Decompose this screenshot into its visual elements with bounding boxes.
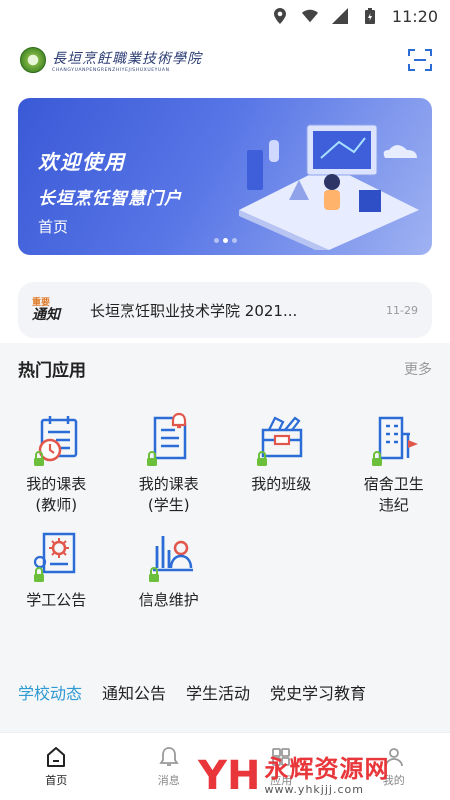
app-my-class[interactable]: 我的班级	[225, 412, 338, 516]
home-icon	[47, 746, 66, 767]
calendar-clock-icon	[30, 412, 82, 468]
banner-illustration	[239, 124, 419, 250]
hot-apps-grid: 我的课表 (教师) 我的课表 (学生) 我的班级 宿舍卫生 违纪 学工公告 信息…	[0, 412, 450, 611]
status-bar: 11:20	[0, 0, 450, 32]
school-seal-icon	[20, 47, 46, 73]
school-logo: 長垣烹飪職業技術學院 CHANGYUANPENGRENZHIYEJISHUXUE…	[20, 47, 202, 73]
nav-home[interactable]: 首页	[0, 733, 113, 800]
nav-label: 消息	[157, 773, 180, 787]
welcome-banner[interactable]: 欢迎使用 长垣烹饪智慧门户 首页	[18, 98, 432, 255]
document-bell-icon	[143, 412, 195, 468]
important-notice-badge: 重要 通知	[32, 292, 72, 328]
app-label: 信息维护	[138, 591, 199, 609]
nav-messages[interactable]: 消息	[113, 733, 226, 800]
app-label: 我的课表 (教师)	[26, 475, 87, 514]
tab-announcements[interactable]: 通知公告	[102, 680, 166, 704]
tab-party-history[interactable]: 党史学习教育	[270, 680, 366, 704]
banner-dot[interactable]	[214, 238, 219, 243]
banner-dot[interactable]	[232, 238, 237, 243]
nav-label: 我的	[382, 773, 405, 787]
scan-button[interactable]	[406, 46, 434, 74]
badge-main-text: 通知	[32, 306, 60, 323]
signal-icon	[331, 8, 348, 24]
notice-bar[interactable]: 重要 通知 长垣烹饪职业技术学院 2021... 11-29	[18, 282, 432, 338]
apps-icon	[272, 747, 291, 766]
app-student-schedule[interactable]: 我的课表 (学生)	[113, 412, 226, 516]
app-label: 学工公告	[26, 591, 87, 609]
status-time: 11:20	[391, 6, 438, 26]
nav-profile[interactable]: 我的	[338, 733, 450, 800]
app-teacher-schedule[interactable]: 我的课表 (教师)	[0, 412, 113, 516]
hot-apps-header: 热门应用 更多	[18, 356, 432, 381]
banner-subtitle: 长垣烹饪智慧门户	[38, 189, 182, 209]
school-name-cn: 長垣烹飪職業技術學院	[52, 50, 202, 67]
bell-icon	[159, 746, 179, 766]
user-stats-icon	[143, 528, 195, 584]
banner-title: 欢迎使用	[38, 150, 126, 174]
school-name-en: CHANGYUANPENGRENZHIYEJISHUXUEYUAN	[52, 67, 170, 73]
building-flag-icon	[368, 412, 420, 468]
scan-icon	[408, 49, 432, 71]
more-link[interactable]: 更多	[404, 359, 432, 379]
section-title: 热门应用	[18, 361, 86, 381]
app-info-maintenance[interactable]: 信息维护	[113, 528, 226, 611]
app-label: 我的课表 (学生)	[138, 475, 199, 514]
classroom-box-icon	[255, 412, 307, 468]
app-student-affairs-notice[interactable]: 学工公告	[0, 528, 113, 611]
banner-caption: 首页	[38, 218, 69, 236]
battery-icon	[362, 8, 378, 24]
gear-document-icon	[30, 528, 82, 584]
wifi-icon	[301, 8, 318, 24]
banner-pagination	[214, 238, 237, 243]
app-dorm-hygiene[interactable]: 宿舍卫生 违纪	[338, 412, 450, 516]
banner-dot-active[interactable]	[223, 238, 228, 243]
notice-text: 长垣烹饪职业技术学院 2021...	[90, 301, 298, 320]
notice-date: 11-29	[386, 303, 418, 317]
tab-school-news[interactable]: 学校动态	[18, 680, 82, 704]
app-header: 長垣烹飪職業技術學院 CHANGYUANPENGRENZHIYEJISHUXUE…	[0, 32, 450, 88]
news-tabs: 学校动态 通知公告 学生活动 党史学习教育	[18, 680, 366, 704]
location-icon	[272, 8, 288, 24]
bottom-nav: 首页 消息 应用 我的	[0, 732, 450, 800]
tab-student-activities[interactable]: 学生活动	[186, 680, 250, 704]
app-label: 我的班级	[251, 475, 312, 493]
app-label: 宿舍卫生 违纪	[363, 475, 424, 514]
nav-label: 首页	[45, 773, 68, 787]
profile-icon	[384, 747, 403, 766]
nav-label: 应用	[270, 773, 293, 787]
nav-apps[interactable]: 应用	[225, 733, 338, 800]
